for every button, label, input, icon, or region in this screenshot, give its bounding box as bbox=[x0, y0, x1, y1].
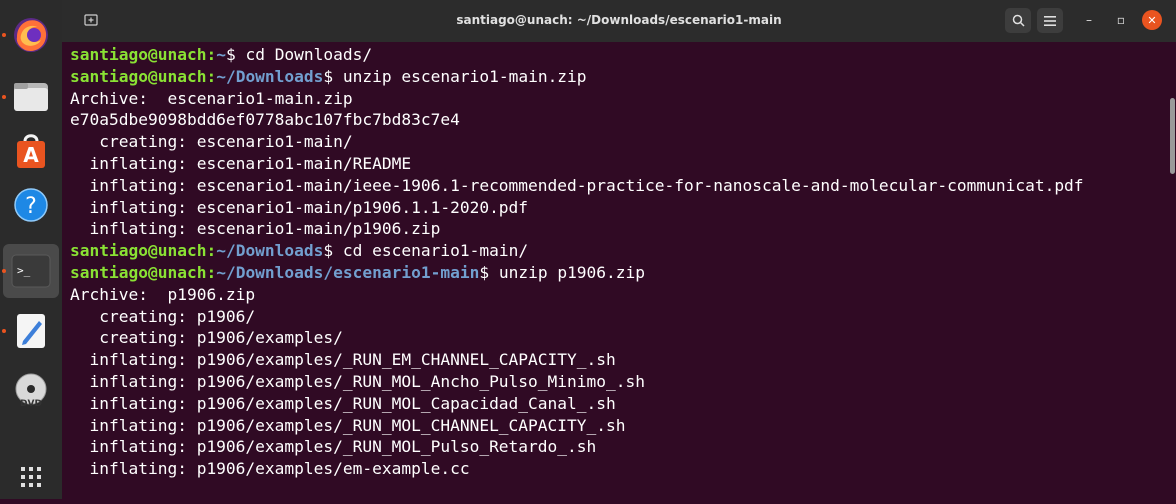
store-icon: A bbox=[17, 134, 45, 168]
output-text: e70a5dbe9098bdd6ef0778abc107fbc7bd83c7e4 bbox=[70, 110, 460, 130]
terminal-output-line: inflating: p1906/examples/_RUN_MOL_Pulso… bbox=[70, 436, 1168, 458]
terminal-output-line: creating: escenario1-main/ bbox=[70, 131, 1168, 153]
terminal-output-line: e70a5dbe9098bdd6ef0778abc107fbc7bd83c7e4 bbox=[70, 109, 1168, 131]
terminal-output-line: creating: p1906/ bbox=[70, 306, 1168, 328]
prompt-symbol: $ bbox=[323, 241, 343, 261]
prompt-separator: : bbox=[206, 45, 217, 64]
dvd-icon: DVD bbox=[15, 373, 47, 409]
window-titlebar[interactable]: santiago@unach: ~/Downloads/escenario1-m… bbox=[62, 0, 1176, 42]
prompt-command: cd escenario1-main/ bbox=[342, 241, 529, 261]
dock-item-files[interactable] bbox=[0, 70, 62, 124]
search-button[interactable] bbox=[1005, 8, 1031, 33]
menu-button[interactable] bbox=[1037, 8, 1063, 33]
terminal-scrollbar[interactable] bbox=[1168, 42, 1176, 499]
terminal-prompt-line: santiago@unach:~/Downloads$ cd escenario… bbox=[70, 240, 1168, 262]
output-text: inflating: p1906/examples/_RUN_EM_CHANNE… bbox=[70, 350, 616, 370]
terminal-view[interactable]: santiago@unach:~$ cd Downloads/santiago@… bbox=[62, 42, 1168, 499]
output-text: inflating: escenario1-main/ieee-1906.1-r… bbox=[70, 175, 1084, 195]
prompt-user-host: santiago@unach bbox=[70, 66, 207, 86]
terminal-output-line: inflating: escenario1-main/ieee-1906.1-r… bbox=[70, 175, 1168, 197]
output-text: inflating: p1906/examples/_RUN_MOL_Capac… bbox=[70, 393, 616, 413]
maximize-button[interactable]: ▫ bbox=[1111, 10, 1131, 30]
prompt-command: unzip p1906.zip bbox=[498, 262, 646, 282]
terminal-output-line: inflating: escenario1-main/p1906.zip bbox=[70, 218, 1168, 240]
output-text: Archive: escenario1-main.zip bbox=[70, 88, 353, 108]
maximize-icon: ▫ bbox=[1116, 13, 1126, 27]
svg-text:?: ? bbox=[25, 194, 37, 219]
terminal-output-line: Archive: p1906.zip bbox=[70, 284, 1168, 306]
minimize-button[interactable]: – bbox=[1079, 10, 1099, 30]
terminal-prompt-line: santiago@unach:~/Downloads$ unzip escena… bbox=[70, 66, 1168, 88]
running-indicator bbox=[2, 33, 6, 37]
dock-item-software[interactable]: A bbox=[0, 124, 62, 178]
prompt-command: cd Downloads/ bbox=[245, 45, 373, 64]
output-text: inflating: escenario1-main/p1906.1.1-202… bbox=[70, 197, 529, 217]
firefox-icon bbox=[14, 18, 48, 52]
folder-icon bbox=[14, 83, 48, 111]
dock-item-show-apps[interactable] bbox=[0, 450, 62, 504]
output-text: inflating: escenario1-main/p1906.zip bbox=[70, 219, 441, 239]
output-text: inflating: p1906/examples/_RUN_MOL_Pulso… bbox=[70, 437, 597, 457]
dock-item-text-editor[interactable] bbox=[0, 304, 62, 358]
svg-text:>_: >_ bbox=[17, 264, 31, 277]
prompt-user-host: santiago@unach bbox=[70, 45, 207, 64]
svg-text:A: A bbox=[23, 143, 39, 167]
scrollbar-thumb[interactable] bbox=[1170, 98, 1175, 174]
app-grid-icon bbox=[21, 467, 41, 487]
prompt-symbol: $ bbox=[479, 262, 499, 282]
dock-item-help[interactable]: ? bbox=[0, 178, 62, 232]
terminal-output-line: inflating: p1906/examples/_RUN_MOL_Ancho… bbox=[70, 371, 1168, 393]
output-text: creating: escenario1-main/ bbox=[70, 132, 353, 152]
terminal-output: santiago@unach:~$ cd Downloads/santiago@… bbox=[70, 44, 1168, 480]
terminal-output-line: inflating: escenario1-main/p1906.1.1-202… bbox=[70, 197, 1168, 219]
dock-item-dvd[interactable]: DVD bbox=[0, 364, 62, 418]
prompt-symbol: $ bbox=[323, 66, 343, 86]
hamburger-menu-icon bbox=[1044, 15, 1056, 26]
close-button[interactable]: ✕ bbox=[1142, 10, 1162, 30]
prompt-separator: : bbox=[206, 241, 217, 261]
prompt-separator: : bbox=[206, 66, 217, 86]
output-text: inflating: p1906/examples/em-example.cc bbox=[70, 459, 470, 479]
terminal-output-line: inflating: p1906/examples/_RUN_EM_CHANNE… bbox=[70, 349, 1168, 371]
running-indicator bbox=[2, 269, 6, 273]
prompt-command: unzip escenario1-main.zip bbox=[342, 66, 587, 86]
terminal-output-line: Archive: escenario1-main.zip bbox=[70, 88, 1168, 110]
output-text: Archive: p1906.zip bbox=[70, 284, 256, 304]
terminal-prompt-line: santiago@unach:~$ cd Downloads/ bbox=[70, 44, 1168, 66]
prompt-user-host: santiago@unach bbox=[70, 241, 207, 261]
output-text: inflating: p1906/examples/_RUN_MOL_CHANN… bbox=[70, 415, 626, 435]
prompt-path: ~/Downloads/escenario1-main bbox=[216, 262, 480, 282]
terminal-output-line: inflating: p1906/examples/_RUN_MOL_Capac… bbox=[70, 393, 1168, 415]
svg-text:DVD: DVD bbox=[20, 399, 42, 409]
running-indicator bbox=[2, 95, 6, 99]
close-icon: ✕ bbox=[1147, 13, 1157, 27]
terminal-output-line: creating: p1906/examples/ bbox=[70, 327, 1168, 349]
prompt-path: ~ bbox=[216, 45, 226, 64]
dock-item-terminal[interactable]: >_ bbox=[2, 244, 59, 298]
output-text: creating: p1906/examples/ bbox=[70, 328, 343, 348]
ubuntu-dock: A ? >_ DVD bbox=[0, 0, 62, 499]
terminal-output-line: inflating: p1906/examples/em-example.cc bbox=[70, 458, 1168, 480]
output-text: inflating: p1906/examples/_RUN_MOL_Ancho… bbox=[70, 371, 645, 391]
prompt-symbol: $ bbox=[225, 45, 246, 64]
prompt-path: ~/Downloads bbox=[216, 66, 324, 86]
search-icon bbox=[1012, 14, 1025, 27]
help-icon: ? bbox=[14, 188, 48, 222]
prompt-path: ~/Downloads bbox=[216, 241, 324, 261]
terminal-output-line: inflating: p1906/examples/_RUN_MOL_CHANN… bbox=[70, 415, 1168, 437]
running-indicator bbox=[2, 329, 6, 333]
dock-item-firefox[interactable] bbox=[0, 8, 62, 62]
minimize-icon: – bbox=[1086, 13, 1092, 27]
prompt-user-host: santiago@unach bbox=[70, 262, 207, 282]
output-text: inflating: escenario1-main/README bbox=[70, 153, 412, 173]
terminal-output-line: inflating: escenario1-main/README bbox=[70, 153, 1168, 175]
prompt-separator: : bbox=[206, 262, 217, 282]
output-text: creating: p1906/ bbox=[70, 306, 256, 326]
terminal-prompt-line: santiago@unach:~/Downloads/escenario1-ma… bbox=[70, 262, 1168, 284]
terminal-icon: >_ bbox=[11, 254, 51, 288]
text-editor-icon bbox=[17, 314, 45, 348]
